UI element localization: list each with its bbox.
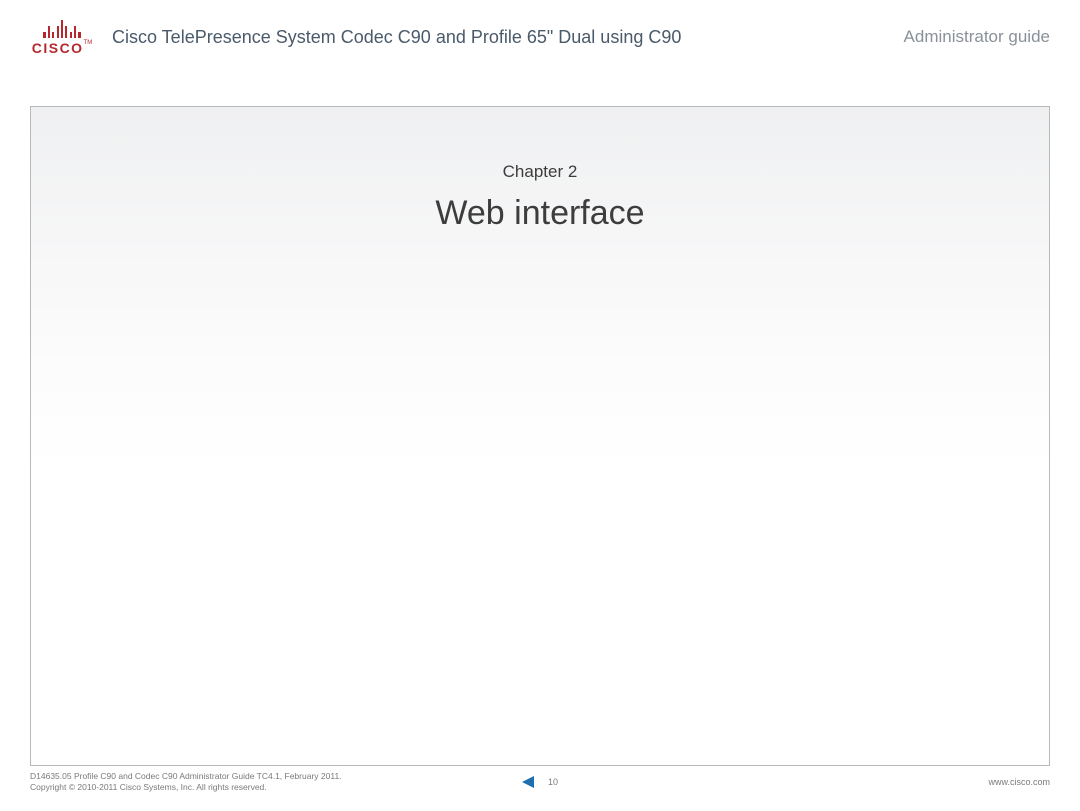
previous-page-icon[interactable] xyxy=(522,776,534,788)
chapter-number: Chapter 2 xyxy=(31,162,1049,182)
document-title: Cisco TelePresence System Codec C90 and … xyxy=(112,27,904,48)
chapter-title: Web interface xyxy=(31,194,1049,233)
document-page: CISCOTM Cisco TelePresence System Codec … xyxy=(0,0,1080,811)
footer-doc-id: D14635.05 Profile C90 and Codec C90 Admi… xyxy=(30,771,342,782)
footer-navigation: 10 xyxy=(522,776,558,788)
chapter-panel: Chapter 2 Web interface xyxy=(30,106,1050,766)
page-number: 10 xyxy=(548,777,558,787)
footer-copyright: Copyright © 2010-2011 Cisco Systems, Inc… xyxy=(30,782,342,793)
footer-url: www.cisco.com xyxy=(988,777,1050,787)
footer-doc-info: D14635.05 Profile C90 and Codec C90 Admi… xyxy=(30,771,342,793)
page-header: CISCOTM Cisco TelePresence System Codec … xyxy=(0,0,1080,66)
cisco-logo: CISCOTM xyxy=(30,18,94,56)
page-footer: D14635.05 Profile C90 and Codec C90 Admi… xyxy=(30,771,1050,793)
cisco-logo-text: CISCOTM xyxy=(32,40,93,56)
cisco-logo-icon xyxy=(43,18,80,38)
document-subtitle: Administrator guide xyxy=(904,27,1050,47)
